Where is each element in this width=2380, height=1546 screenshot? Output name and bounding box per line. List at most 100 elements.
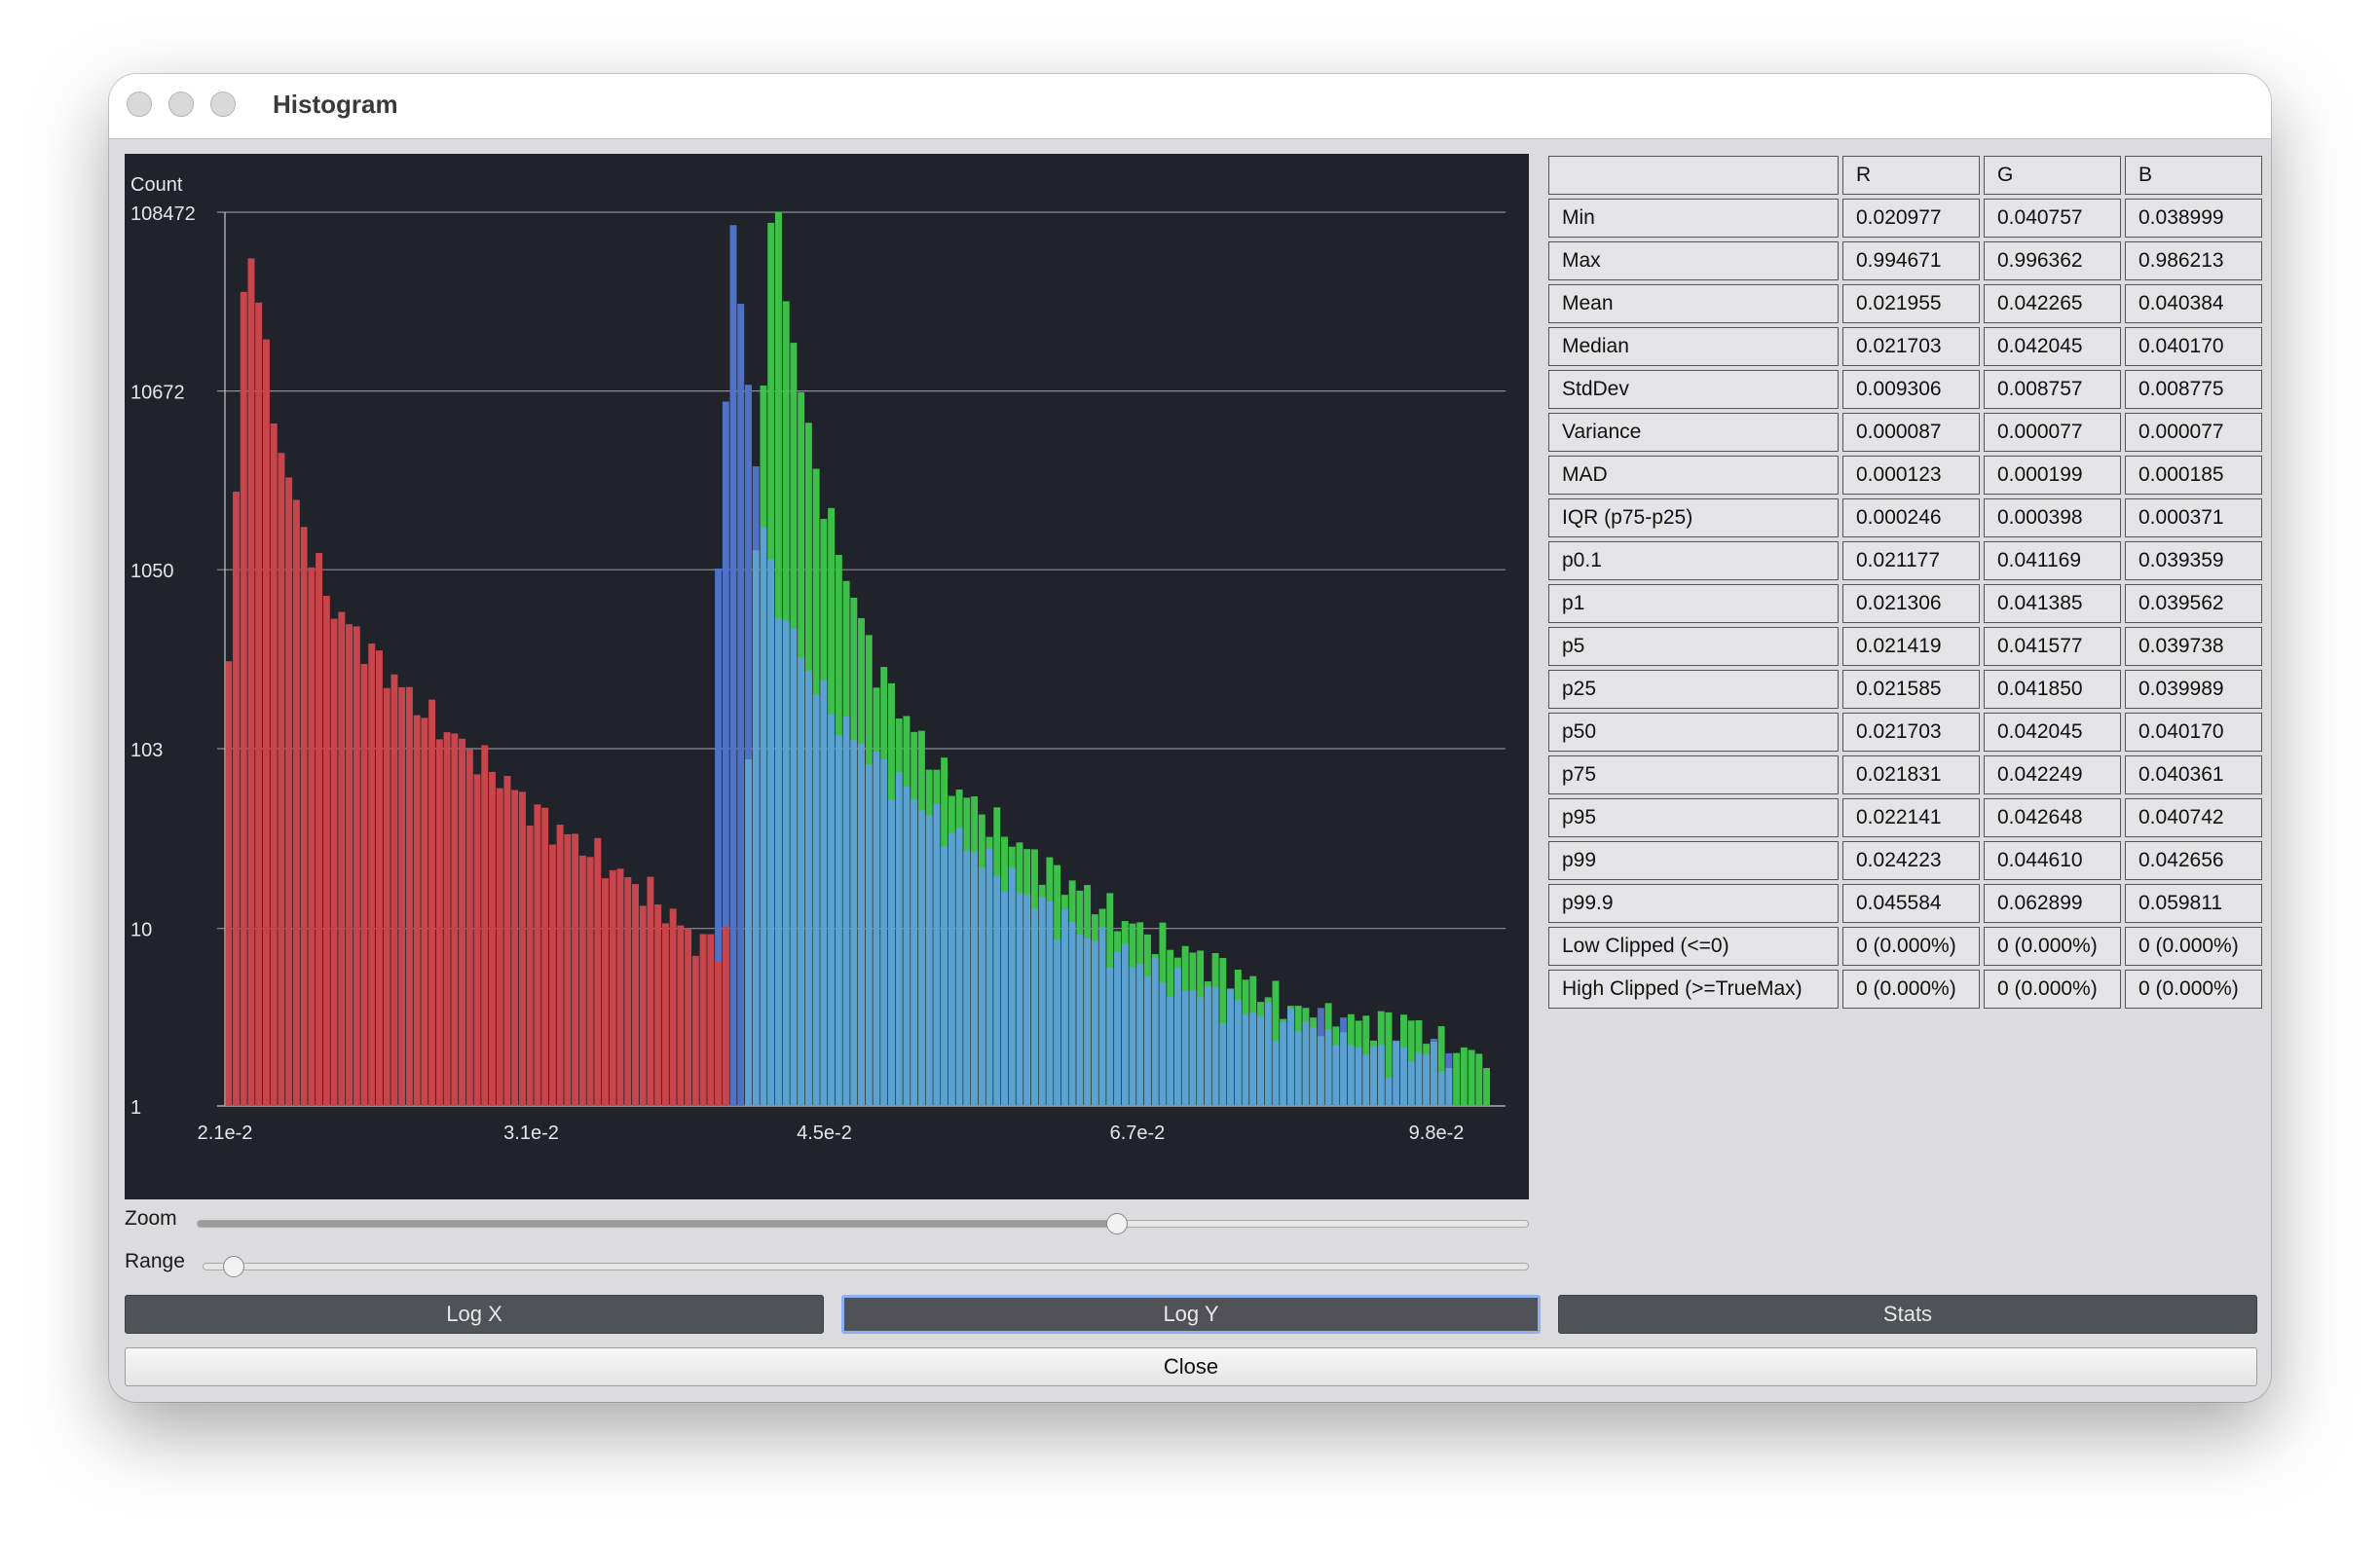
stats-header-cell: R [1842, 156, 1980, 195]
histogram-bar [911, 798, 918, 1106]
stats-label-cell: p99.9 [1548, 884, 1839, 923]
zoom-label: Zoom [125, 1207, 177, 1230]
histogram-bar [624, 877, 632, 1106]
histogram-bar [1400, 1048, 1407, 1106]
histogram-bar [1151, 957, 1159, 1106]
zoom-slider[interactable] [197, 1213, 1529, 1234]
stats-value-cell: 0.041385 [1984, 584, 2121, 623]
zoom-slider-fill [198, 1221, 1116, 1227]
histogram-bar [647, 876, 654, 1106]
histogram-bar [707, 934, 715, 1106]
histogram-bar [971, 851, 979, 1106]
range-slider[interactable] [203, 1256, 1529, 1277]
histogram-bar [548, 844, 556, 1106]
histogram-bar [1030, 908, 1038, 1106]
histogram-bar [963, 850, 971, 1106]
histogram-bar [496, 788, 503, 1106]
histogram-bar [1181, 990, 1189, 1106]
histogram-bar [1060, 908, 1068, 1106]
histogram-bar [616, 868, 624, 1106]
stats-value-cell: 0.041850 [1984, 670, 2121, 709]
maximize-window-control[interactable] [210, 92, 236, 117]
stats-label-cell: p0.1 [1548, 541, 1839, 580]
close-window-control[interactable] [127, 92, 152, 117]
range-slider-handle[interactable] [223, 1256, 245, 1277]
stats-label-cell: p95 [1548, 798, 1839, 837]
histogram-bar [270, 423, 278, 1106]
histogram-bar [1211, 987, 1219, 1106]
minimize-window-control[interactable] [168, 92, 194, 117]
histogram-bar [421, 718, 428, 1106]
histogram-bar [1234, 1000, 1242, 1106]
histogram-bar [556, 825, 564, 1106]
histogram-bar [722, 927, 729, 1106]
histogram-bar [1377, 1045, 1385, 1106]
stats-label-cell: p5 [1548, 627, 1839, 666]
stats-row: p50 0.021703 0.042045 0.040170 [1548, 713, 2262, 752]
histogram-window: Histogram 108472 10672 1050 103 10 1 Count 2.1e… [109, 74, 2271, 1402]
histogram-bar [316, 552, 323, 1106]
stats-value-cell: 0.038999 [2125, 199, 2262, 238]
histogram-bar [586, 857, 594, 1106]
y-axis-label: Count [130, 174, 183, 196]
histogram-bar [1272, 1040, 1280, 1106]
histogram-bar [1023, 894, 1031, 1106]
stats-value-cell: 0.020977 [1842, 199, 1980, 238]
histogram-bar [661, 923, 669, 1106]
histogram-bar [1249, 1012, 1257, 1106]
zoom-slider-handle[interactable] [1105, 1213, 1128, 1234]
histogram-bar [1046, 901, 1054, 1106]
stats-value-cell: 0.021419 [1842, 627, 1980, 666]
stats-row: p5 0.021419 0.041577 0.039738 [1548, 627, 2262, 666]
stats-header-cell: B [2125, 156, 2262, 195]
stats-row: p0.1 0.021177 0.041169 0.039359 [1548, 541, 2262, 580]
stats-header-row: RGB [1548, 156, 2262, 195]
stats-button[interactable]: Stats [1558, 1295, 2257, 1334]
histogram-bar [812, 694, 820, 1106]
histogram-bar [1347, 1045, 1355, 1106]
histogram-bar [262, 339, 270, 1106]
stats-label-cell: Low Clipped (<=0) [1548, 927, 1839, 966]
histogram-bar [308, 567, 316, 1106]
histogram-bar [955, 828, 963, 1106]
histogram-bar [285, 477, 293, 1107]
stats-value-cell: 0.986213 [2125, 241, 2262, 280]
histogram-bar [925, 815, 933, 1106]
histogram-bar [842, 716, 850, 1106]
y-tick-label: 1050 [130, 561, 174, 582]
histogram-bar [255, 302, 263, 1107]
histogram-bar [609, 869, 616, 1106]
stats-value-cell: 0.000246 [1842, 498, 1980, 537]
stats-value-cell: 0.039562 [2125, 584, 2262, 623]
histogram-bar [737, 304, 745, 1106]
histogram-bar [1294, 1030, 1302, 1106]
histogram-bar [1286, 1008, 1294, 1106]
histogram-bar [1098, 927, 1106, 1106]
histogram-bar [1054, 939, 1061, 1106]
histogram-bar [865, 763, 873, 1106]
histogram-bar [895, 771, 903, 1106]
histogram-bar [1136, 964, 1144, 1106]
histogram-bar [993, 875, 1001, 1106]
histogram-bar [1016, 892, 1023, 1106]
stats-value-cell: 0.042045 [1984, 713, 2121, 752]
close-button[interactable]: Close [125, 1347, 2257, 1386]
y-tick-label: 1 [130, 1097, 141, 1119]
log-x-button[interactable]: Log X [125, 1295, 824, 1334]
histogram-bar [390, 674, 398, 1106]
histogram-bar [443, 732, 451, 1106]
log-y-button[interactable]: Log Y [841, 1295, 1541, 1334]
histogram-bar [503, 776, 511, 1106]
stats-label-cell: Mean [1548, 284, 1839, 323]
stats-value-cell: 0 (0.000%) [1984, 970, 2121, 1009]
histogram-bar [1167, 997, 1174, 1106]
histogram-bar [594, 837, 602, 1106]
stats-value-cell: 0.040742 [2125, 798, 2262, 837]
histogram-bar [1460, 1047, 1468, 1106]
histogram-bar [1076, 934, 1084, 1106]
stats-label-cell: p1 [1548, 584, 1839, 623]
histogram-bar [1204, 986, 1211, 1106]
stats-value-cell: 0.040361 [2125, 755, 2262, 794]
histogram-bar [850, 740, 858, 1106]
stats-value-cell: 0.044610 [1984, 841, 2121, 880]
